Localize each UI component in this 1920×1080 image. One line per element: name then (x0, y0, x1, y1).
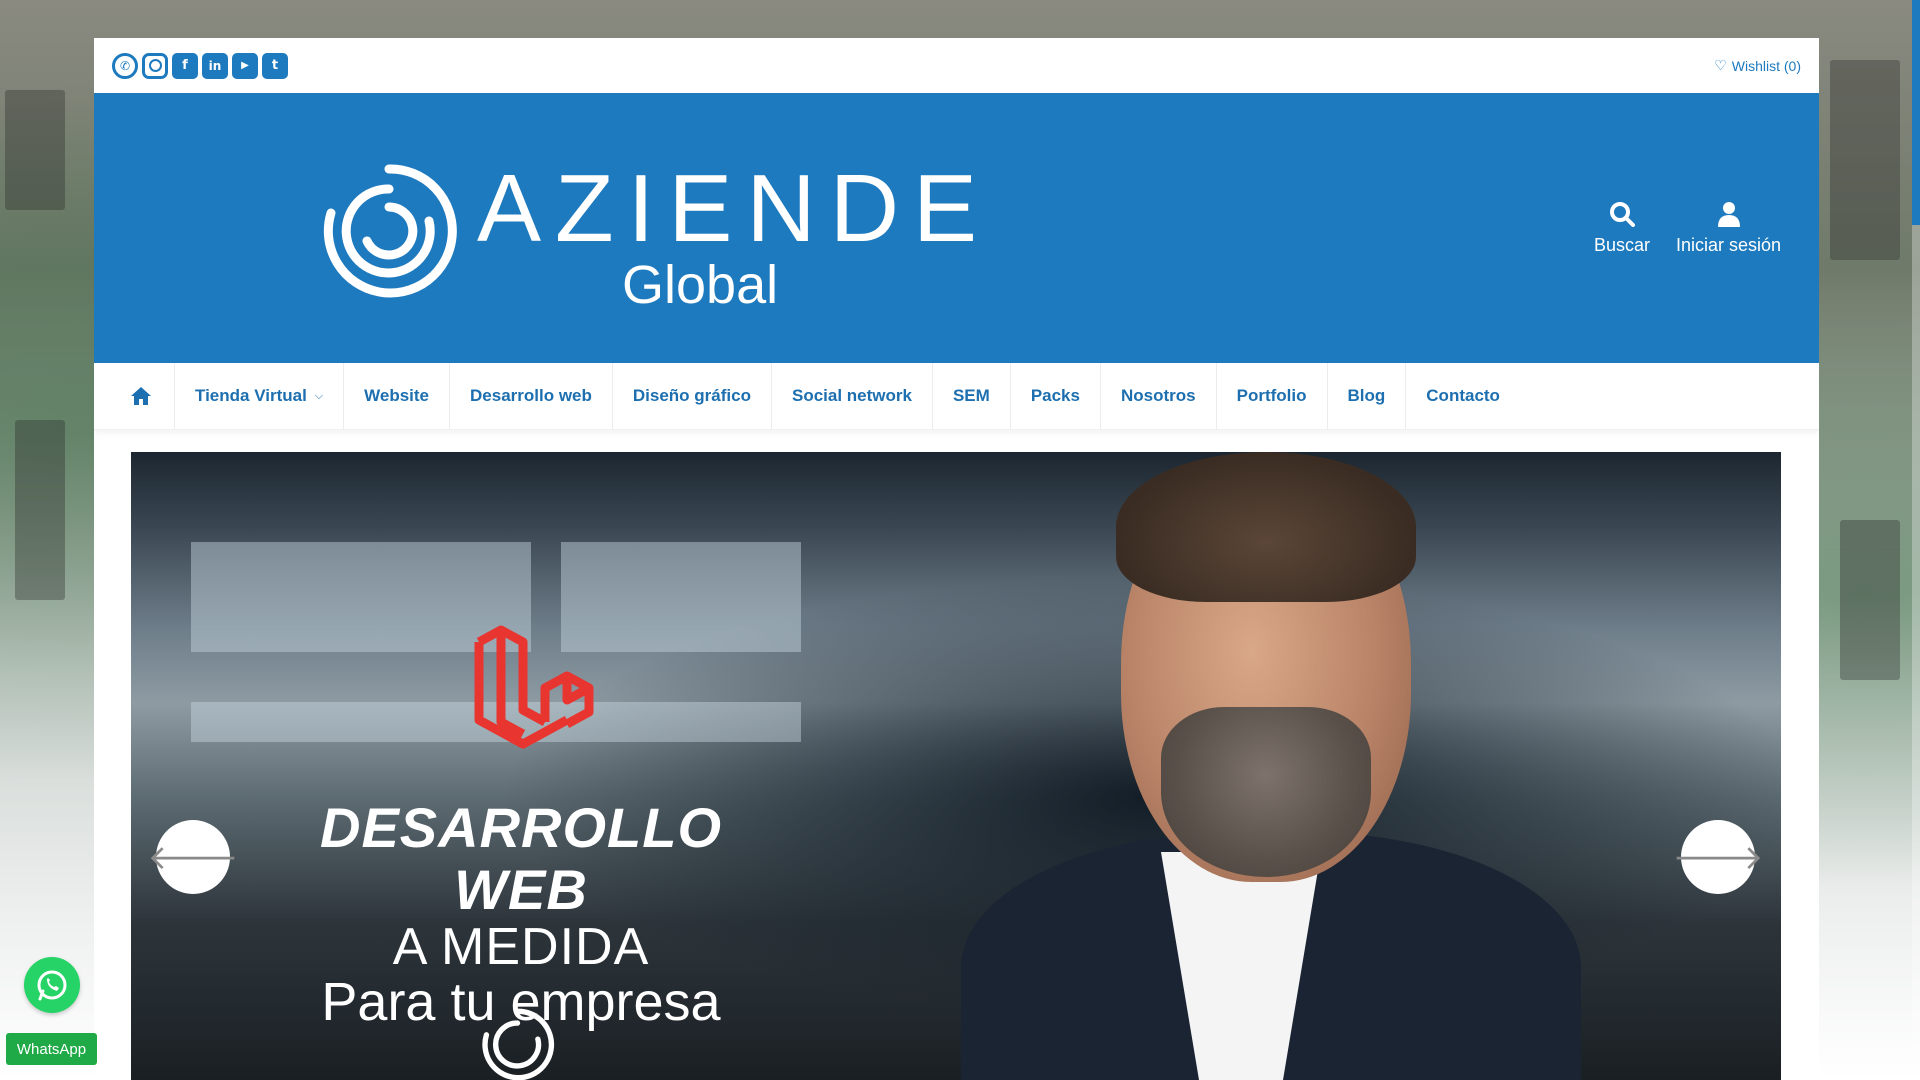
nav-label: Blog (1347, 386, 1386, 405)
slide-logo-mark-icon (482, 1008, 555, 1080)
nav-label: Desarrollo web (470, 386, 592, 405)
nav-label: Social network (791, 386, 912, 405)
nav-desarrollo-web[interactable]: Desarrollo web (450, 363, 613, 429)
user-icon (1717, 202, 1740, 227)
slider-next-button[interactable]: 🡒 (1672, 820, 1764, 894)
slider-prev-button[interactable]: 🡐 (147, 820, 239, 894)
page-container: ✆ f in ▶ t ♡ Wishlist (0) AZIENDE Global (94, 38, 1819, 1080)
page-scrollbar[interactable] (1912, 0, 1920, 1080)
whatsapp-icon[interactable]: ✆ (112, 52, 138, 79)
logo-text: AZIENDE Global (477, 155, 992, 315)
social-links: ✆ f in ▶ t (112, 52, 288, 79)
home-icon (131, 387, 151, 405)
nav-blog[interactable]: Blog (1328, 363, 1407, 429)
login-label: Iniciar sesión (1676, 235, 1782, 255)
instagram-icon[interactable] (142, 52, 168, 79)
facebook-icon[interactable]: f (172, 52, 198, 79)
twitter-icon[interactable]: t (262, 52, 288, 79)
youtube-icon[interactable]: ▶ (232, 52, 258, 79)
site-logo[interactable]: AZIENDE Global (319, 155, 992, 315)
slide-title: DESARROLLO WEB (320, 796, 722, 921)
slide-subtitle: A MEDIDA (392, 918, 650, 976)
whatsapp-float-label[interactable]: WhatsApp (6, 1033, 97, 1065)
nav-label: Packs (1030, 386, 1080, 405)
nav-label: Tienda Virtual (195, 386, 307, 405)
slide-caption: DESARROLLO WEB A MEDIDA Para tu empresa (271, 796, 771, 1032)
heart-icon: ♡ (1714, 57, 1727, 73)
logo-sub-text: Global (622, 255, 779, 315)
scrollbar-thumb[interactable] (1912, 0, 1920, 225)
logo-mark-icon (323, 164, 457, 298)
chevron-down-icon: ⌵ (314, 389, 324, 402)
background-chip (15, 420, 65, 600)
whatsapp-icon (37, 970, 67, 1001)
person-hair (1116, 452, 1416, 602)
login-button[interactable]: Iniciar sesión (1676, 193, 1781, 256)
nav-sem[interactable]: SEM (933, 363, 1011, 429)
laravel-icon (474, 625, 594, 749)
nav-label: Portfolio (1236, 386, 1307, 405)
background-chip (5, 90, 65, 210)
search-button[interactable]: Buscar (1594, 193, 1650, 256)
background-chip (1830, 60, 1900, 260)
nav-contacto[interactable]: Contacto (1406, 363, 1520, 429)
top-bar: ✆ f in ▶ t ♡ Wishlist (0) (94, 38, 1819, 93)
background-chip (1840, 520, 1900, 680)
wishlist-label: Wishlist (0) (1731, 57, 1801, 74)
nav-home[interactable] (112, 363, 175, 429)
nav-packs[interactable]: Packs (1011, 363, 1101, 429)
wishlist-link[interactable]: ♡ Wishlist (0) (1714, 57, 1801, 74)
search-label: Buscar (1594, 235, 1651, 255)
nav-portfolio[interactable]: Portfolio (1217, 363, 1328, 429)
nav-nosotros[interactable]: Nosotros (1101, 363, 1217, 429)
nav-tienda-virtual[interactable]: Tienda Virtual ⌵ (175, 363, 345, 429)
arrow-left-icon: 🡐 (147, 837, 239, 878)
hero-slider[interactable]: DESARROLLO WEB A MEDIDA Para tu empresa … (131, 452, 1781, 1080)
site-header: AZIENDE Global Buscar Iniciar sesión (94, 93, 1819, 363)
nav-label: SEM (952, 386, 990, 405)
arrow-right-icon: 🡒 (1672, 837, 1764, 878)
whatsapp-float-button[interactable] (24, 957, 80, 1013)
nav-label: Contacto (1426, 386, 1500, 405)
nav-diseno-grafico[interactable]: Diseño gráfico (613, 363, 772, 429)
linkedin-icon[interactable]: in (202, 52, 228, 79)
nav-website[interactable]: Website (344, 363, 451, 429)
search-icon (1610, 202, 1636, 227)
nav-label: Nosotros (1120, 386, 1196, 405)
main-nav: Tienda Virtual ⌵ Website Desarrollo web … (94, 363, 1819, 430)
person-beard (1161, 707, 1371, 877)
logo-main-text: AZIENDE (477, 155, 992, 262)
nav-label: Diseño gráfico (632, 386, 751, 405)
nav-label: Website (364, 386, 430, 405)
nav-social-network[interactable]: Social network (772, 363, 933, 429)
